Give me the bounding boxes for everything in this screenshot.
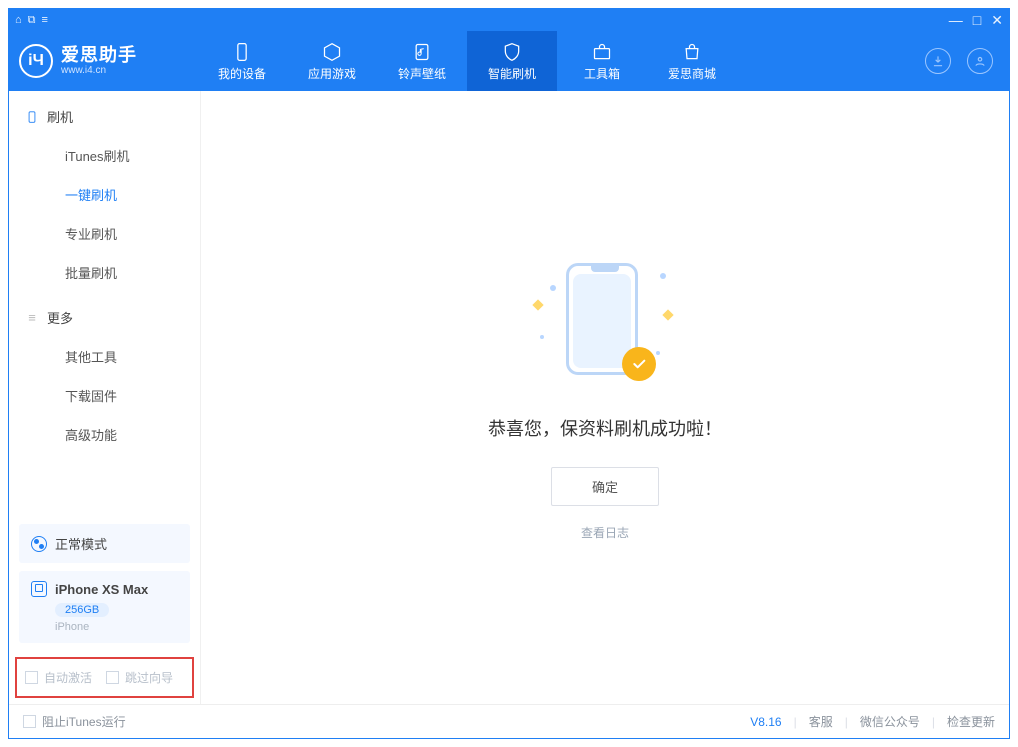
skip-guide-checkbox[interactable]: 跳过向导 [106, 669, 173, 686]
footer-link-update[interactable]: 检查更新 [947, 713, 995, 730]
checkbox-icon [106, 671, 119, 684]
storage-pill: 256GB [55, 603, 109, 617]
phone-icon [231, 41, 253, 63]
sidebar-item-itunes[interactable]: iTunes刷机 [9, 136, 200, 175]
tab-label: 工具箱 [584, 65, 620, 82]
group-more: ≡ 更多 [9, 292, 200, 337]
cube-icon [321, 41, 343, 63]
group-label: 刷机 [47, 107, 73, 126]
download-button[interactable] [925, 48, 951, 74]
tab-my-device[interactable]: 我的设备 [197, 31, 287, 91]
close-button[interactable]: ✕ [991, 12, 1003, 29]
brand-title: 爱思助手 [61, 46, 137, 66]
device-name: iPhone XS Max [55, 582, 148, 597]
list-icon: ≡ [25, 311, 39, 325]
brand-logo-icon: iЧ [19, 44, 53, 78]
shop-icon [681, 41, 703, 63]
group-label: 更多 [47, 308, 73, 327]
header-right [925, 48, 999, 74]
toolbox-icon [591, 41, 613, 63]
window-controls: — □ ✕ [949, 12, 1003, 29]
checkbox-label: 自动激活 [44, 669, 92, 686]
tab-label: 应用游戏 [308, 65, 356, 82]
version-label: V8.16 [750, 715, 781, 729]
shield-icon [501, 41, 523, 63]
device-sub: iPhone [55, 621, 178, 633]
device-box[interactable]: iPhone XS Max 256GB iPhone [19, 571, 190, 643]
mode-box[interactable]: 正常模式 [19, 524, 190, 563]
sidebar: 刷机 iTunes刷机 一键刷机 专业刷机 批量刷机 ≡ 更多 其他工具 下载固… [9, 91, 201, 704]
tab-label: 铃声壁纸 [398, 65, 446, 82]
footer-link-wechat[interactable]: 微信公众号 [860, 713, 920, 730]
options-row: 自动激活 跳过向导 [15, 657, 194, 698]
brand-sub: www.i4.cn [61, 65, 137, 76]
checkbox-label: 跳过向导 [125, 669, 173, 686]
lock-icon[interactable]: ⧉ [28, 14, 36, 27]
checkbox-icon [23, 715, 36, 728]
footer-link-support[interactable]: 客服 [809, 713, 833, 730]
device-icon [25, 110, 39, 124]
header: iЧ 爱思助手 www.i4.cn 我的设备 应用游戏 铃声壁纸 智能刷机 [9, 31, 1009, 91]
tab-flash[interactable]: 智能刷机 [467, 31, 557, 91]
tab-label: 智能刷机 [488, 65, 536, 82]
main-tabs: 我的设备 应用游戏 铃声壁纸 智能刷机 工具箱 爱思商城 [197, 31, 737, 91]
sidebar-item-batch[interactable]: 批量刷机 [9, 253, 200, 292]
tshirt-icon[interactable]: ⌂ [15, 14, 22, 27]
titlebar-left-icons: ⌂ ⧉ ≡ [15, 14, 48, 27]
sidebar-item-other[interactable]: 其他工具 [9, 337, 200, 376]
check-badge-icon [622, 347, 656, 381]
sidebar-item-firmware[interactable]: 下载固件 [9, 376, 200, 415]
ok-button[interactable]: 确定 [551, 467, 659, 506]
success-message: 恭喜您，保资料刷机成功啦！ [488, 415, 722, 441]
mode-label: 正常模式 [55, 534, 107, 553]
maximize-button[interactable]: □ [973, 12, 981, 29]
body: 刷机 iTunes刷机 一键刷机 专业刷机 批量刷机 ≡ 更多 其他工具 下载固… [9, 91, 1009, 704]
footer: 阻止iTunes运行 V8.16 | 客服 | 微信公众号 | 检查更新 [9, 704, 1009, 738]
tab-apps[interactable]: 应用游戏 [287, 31, 377, 91]
sidebar-item-pro[interactable]: 专业刷机 [9, 214, 200, 253]
sidebar-item-onekey[interactable]: 一键刷机 [9, 175, 200, 214]
view-log-link[interactable]: 查看日志 [581, 524, 629, 541]
menu-icon[interactable]: ≡ [42, 14, 48, 27]
tab-shop[interactable]: 爱思商城 [647, 31, 737, 91]
checkbox-label: 阻止iTunes运行 [42, 713, 126, 730]
titlebar: ⌂ ⧉ ≡ — □ ✕ [9, 9, 1009, 31]
tab-ringtones[interactable]: 铃声壁纸 [377, 31, 467, 91]
minimize-button[interactable]: — [949, 12, 963, 29]
checkbox-icon [25, 671, 38, 684]
sidebar-item-advanced[interactable]: 高级功能 [9, 415, 200, 454]
music-icon [411, 41, 433, 63]
success-illustration [520, 255, 690, 395]
main-content: 恭喜您，保资料刷机成功啦！ 确定 查看日志 [201, 91, 1009, 704]
block-itunes-checkbox[interactable]: 阻止iTunes运行 [23, 713, 126, 730]
mode-icon [31, 536, 47, 552]
group-flash: 刷机 [9, 91, 200, 136]
auto-activate-checkbox[interactable]: 自动激活 [25, 669, 92, 686]
user-button[interactable] [967, 48, 993, 74]
phone-small-icon [31, 581, 47, 597]
tab-label: 我的设备 [218, 65, 266, 82]
app-window: ⌂ ⧉ ≡ — □ ✕ iЧ 爱思助手 www.i4.cn 我的设备 应用游戏 [8, 8, 1010, 739]
tab-toolbox[interactable]: 工具箱 [557, 31, 647, 91]
tab-label: 爱思商城 [668, 65, 716, 82]
brand: iЧ 爱思助手 www.i4.cn [19, 44, 179, 78]
